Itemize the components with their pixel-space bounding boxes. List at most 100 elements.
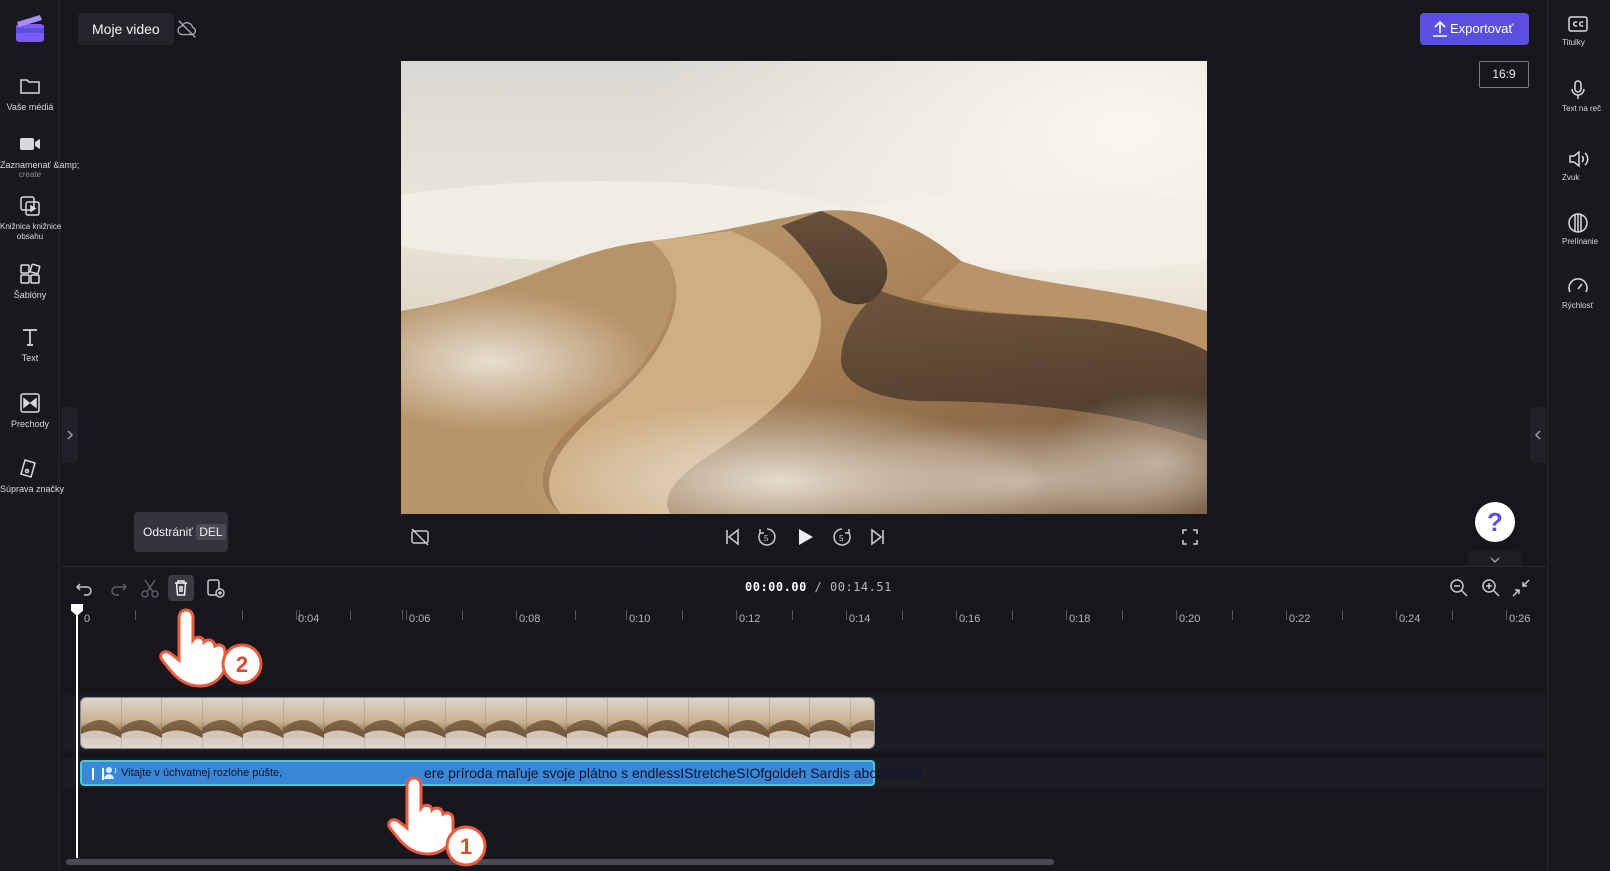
nav-label: Knižnica knižnice [0, 222, 62, 231]
aspect-ratio-button[interactable]: 16:9 [1479, 61, 1529, 88]
hide-preview-icon[interactable] [409, 526, 431, 548]
nav-templates[interactable]: Šablóny [0, 262, 60, 300]
cloud-off-icon[interactable] [176, 18, 198, 40]
timeline-scrollbar[interactable] [66, 859, 1054, 865]
caption-text-rest: ere príroda maľuje svoje plátno s endles… [424, 765, 924, 781]
play-icon[interactable] [794, 526, 816, 548]
zoom-out-icon[interactable] [1446, 575, 1472, 601]
ruler-label: 0:18 [1069, 613, 1091, 625]
chevron-left-icon [1534, 430, 1541, 440]
transitions-icon [20, 393, 40, 413]
brand-kit-icon [20, 459, 36, 478]
skip-to-start-icon[interactable] [721, 526, 743, 548]
nav-sublabel: obsahu [16, 232, 44, 241]
duplicate-icon[interactable] [202, 575, 228, 601]
nav-record-create[interactable]: Zaznamenať &amp; create [0, 132, 80, 180]
text-icon [23, 329, 37, 346]
ruler-label: 0:12 [739, 613, 761, 625]
nav-transitions[interactable]: Prechody [0, 391, 60, 429]
video-preview[interactable] [401, 61, 1207, 514]
ruler-label: 0:26 [1509, 613, 1531, 625]
video-clip-thumbnails [81, 698, 874, 748]
tooltip-shortcut: DEL [196, 524, 226, 540]
video-camera-icon [20, 138, 40, 150]
speed-icon [1568, 278, 1588, 293]
panel-speed[interactable]: Rýchlosť [1548, 275, 1610, 310]
callout-1-label: 1 [460, 834, 472, 859]
help-button[interactable]: ? [1475, 502, 1515, 542]
nav-label: Prechody [10, 419, 50, 429]
time-separator: / [814, 580, 823, 594]
ruler-label: 0:14 [849, 613, 871, 625]
collapse-left-panel[interactable] [62, 407, 78, 463]
tooltip-label: Odstrániť [143, 525, 193, 539]
nav-label: Vaše médiá [6, 102, 54, 112]
panel-text-to-speech[interactable]: Text na reč [1548, 78, 1610, 113]
hand-pointer-icon: 1 [387, 776, 487, 867]
nav-your-media[interactable]: Vaše médiá [0, 74, 60, 112]
left-sidebar: Vaše médiá Zaznamenať &amp; create Knižn… [0, 0, 80, 871]
panel-label: Text na reč [1562, 104, 1602, 113]
nav-label: Zaznamenať &amp; [0, 160, 80, 170]
rewind-5s-icon[interactable]: 5 [756, 526, 778, 548]
speaker-icon [1569, 150, 1589, 168]
clipchamp-logo [16, 15, 44, 42]
captions-icon [1568, 16, 1588, 32]
fit-timeline-icon[interactable] [1508, 575, 1534, 601]
right-sidebar: Titulky Text na reč Zvuk Prelínanie Rých… [1547, 0, 1610, 871]
undo-icon[interactable] [72, 575, 98, 601]
panel-captions[interactable]: Titulky [1548, 12, 1610, 47]
panel-label: Zvuk [1562, 173, 1580, 182]
timecode: 00:00.00 / 00:14.51 [745, 580, 892, 594]
caption-text-start: Vitajte v úchvatnej rozlohe púšte, [121, 767, 283, 779]
split-scissors-icon[interactable] [137, 575, 163, 601]
export-button[interactable]: Exportovať [1420, 13, 1529, 45]
svg-text:5: 5 [764, 534, 769, 543]
ruler-label: 0:24 [1399, 613, 1421, 625]
panel-label: Titulky [1562, 38, 1585, 47]
zoom-in-icon[interactable] [1478, 575, 1504, 601]
panel-label: Rýchlosť [1562, 301, 1594, 310]
text-to-speech-icon [1571, 80, 1585, 99]
panel-fade[interactable]: Prelínanie [1548, 211, 1610, 246]
collapse-right-panel[interactable] [1530, 407, 1546, 463]
playhead[interactable] [76, 606, 78, 858]
nav-text[interactable]: Text [0, 325, 60, 363]
hand-pointer-icon: 2 [159, 608, 263, 688]
callout-2-label: 2 [236, 652, 248, 677]
fade-icon [1568, 213, 1588, 233]
forward-5s-icon[interactable]: 5 [831, 526, 853, 548]
content-library-icon [20, 196, 40, 216]
panel-label: Prelínanie [1562, 237, 1599, 246]
upload-icon [1433, 20, 1447, 37]
trash-icon [175, 580, 187, 596]
skip-to-end-icon[interactable] [867, 526, 889, 548]
ruler-label: 0 [84, 613, 91, 625]
delete-button[interactable] [168, 575, 194, 601]
export-label: Exportovať [1450, 21, 1514, 36]
nav-label: Súprava značky [0, 484, 65, 494]
fullscreen-icon[interactable] [1179, 526, 1201, 548]
folder-icon [20, 79, 40, 94]
nav-brand-kit[interactable]: Súprava značky [0, 456, 65, 494]
current-time: 00:00.00 [745, 580, 807, 594]
templates-icon [20, 263, 41, 284]
ruler-label: 0:08 [519, 613, 541, 625]
nav-label: Šablóny [13, 290, 47, 300]
timeline-ruler[interactable]: 0 0:04 0:06 0:08 0:10 0:12 0:14 0:16 0:1… [62, 608, 1546, 630]
svg-text:5: 5 [839, 534, 844, 543]
chevron-right-icon [67, 430, 74, 440]
nav-label: Text [21, 353, 39, 363]
nav-sublabel: create [18, 170, 42, 179]
ruler-label: 0:10 [629, 613, 651, 625]
panel-audio[interactable]: Zvuk [1548, 147, 1610, 182]
delete-tooltip: Odstrániť DEL [134, 512, 228, 552]
nav-content-library[interactable]: Knižnica knižnice obsahu [0, 194, 62, 242]
video-clip[interactable] [80, 697, 875, 749]
redo-icon[interactable] [105, 575, 131, 601]
voice-icon [104, 767, 117, 779]
desert-dunes-frame [401, 61, 1207, 514]
ruler-label: 0:06 [409, 613, 431, 625]
total-time: 00:14.51 [830, 580, 892, 594]
project-title-button[interactable]: Moje video [78, 13, 174, 45]
